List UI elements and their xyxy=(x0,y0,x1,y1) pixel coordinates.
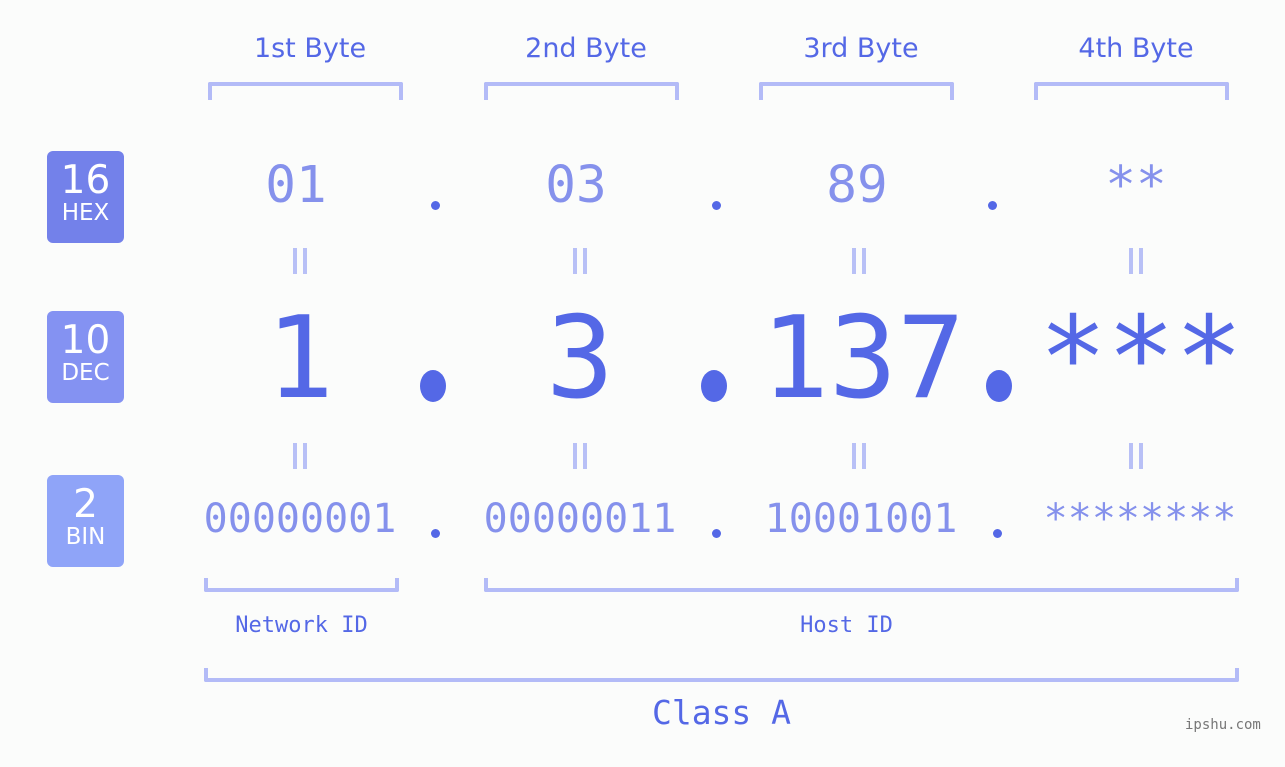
equals-icon xyxy=(290,248,310,274)
dec-badge-label: DEC xyxy=(61,360,110,386)
bin-badge: 2 BIN xyxy=(47,475,124,567)
dec-byte-3: 137 xyxy=(760,292,966,424)
hex-badge-number: 16 xyxy=(60,158,111,203)
network-id-label: Network ID xyxy=(235,613,368,638)
bin-badge-number: 2 xyxy=(73,482,98,527)
hex-badge: 16 HEX xyxy=(47,151,124,243)
hex-separator-dot xyxy=(988,201,997,210)
class-label: Class A xyxy=(651,693,792,732)
dec-separator-dot xyxy=(986,370,1012,402)
host-id-bracket xyxy=(484,578,1239,592)
bin-byte-1: 00000001 xyxy=(203,496,397,542)
hex-badge-label: HEX xyxy=(61,200,110,226)
hex-byte-3: 89 xyxy=(826,156,888,215)
dec-separator-dot xyxy=(701,370,727,402)
byte-bracket-1 xyxy=(208,82,403,100)
bin-byte-3: 10001001 xyxy=(764,496,958,542)
equals-icon xyxy=(290,443,310,469)
byte-header-4: 4th Byte xyxy=(1078,33,1194,64)
dec-byte-1: 1 xyxy=(265,292,335,424)
hex-separator-dot xyxy=(431,201,440,210)
bin-separator-dot xyxy=(431,529,440,538)
hex-byte-2: 03 xyxy=(545,156,607,215)
dec-byte-4: *** xyxy=(1038,292,1244,424)
byte-bracket-4 xyxy=(1034,82,1229,100)
bin-separator-dot xyxy=(712,529,721,538)
dec-badge: 10 DEC xyxy=(47,311,124,403)
equals-icon xyxy=(849,248,869,274)
byte-header-3: 3rd Byte xyxy=(803,33,919,64)
bin-badge-label: BIN xyxy=(65,524,106,550)
equals-icon xyxy=(1126,248,1146,274)
bin-byte-4: ******** xyxy=(1043,496,1237,542)
byte-header-2: 2nd Byte xyxy=(525,33,647,64)
byte-bracket-2 xyxy=(484,82,679,100)
hex-byte-4: ** xyxy=(1105,156,1167,215)
equals-icon xyxy=(1126,443,1146,469)
watermark: ipshu.com xyxy=(1185,717,1261,733)
host-id-label: Host ID xyxy=(800,613,893,638)
byte-header-1: 1st Byte xyxy=(253,33,367,64)
dec-separator-dot xyxy=(420,370,446,402)
dec-byte-2: 3 xyxy=(545,292,615,424)
hex-separator-dot xyxy=(712,201,721,210)
bin-separator-dot xyxy=(993,529,1002,538)
equals-icon xyxy=(570,248,590,274)
hex-byte-1: 01 xyxy=(265,156,327,215)
dec-badge-number: 10 xyxy=(60,318,111,363)
equals-icon xyxy=(849,443,869,469)
class-bracket xyxy=(204,668,1239,682)
byte-bracket-3 xyxy=(759,82,954,100)
bin-byte-2: 00000011 xyxy=(483,496,677,542)
network-id-bracket xyxy=(204,578,399,592)
equals-icon xyxy=(570,443,590,469)
